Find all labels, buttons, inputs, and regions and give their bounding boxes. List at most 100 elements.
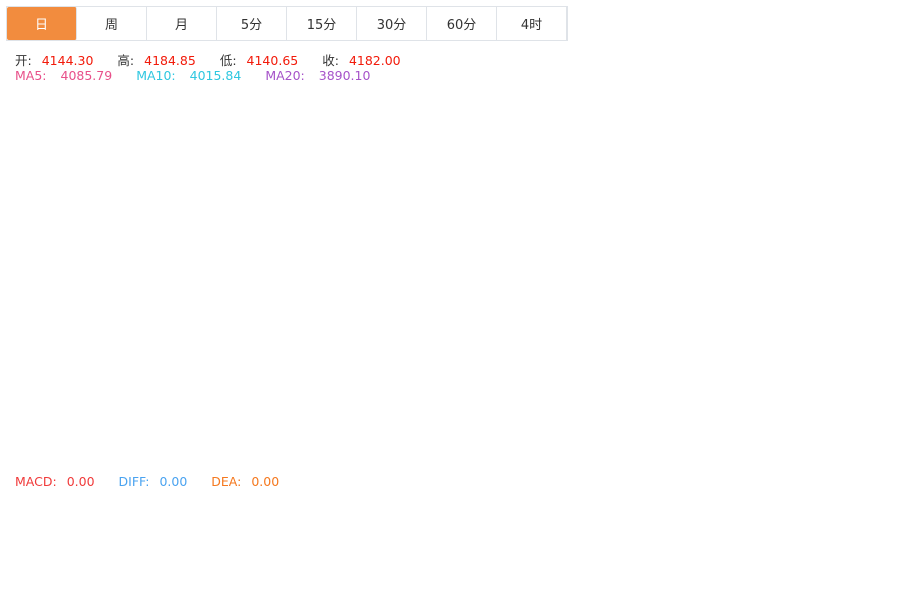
candle-body xyxy=(303,424,313,439)
ma20-label: MA20: xyxy=(265,68,305,83)
macd-bar xyxy=(267,516,277,520)
macd-bar xyxy=(387,519,397,526)
macd-bar xyxy=(351,519,361,529)
candle-body xyxy=(555,300,565,307)
candle-body xyxy=(782,90,792,106)
candle-body xyxy=(423,341,433,352)
price-tick-label: 4083.33 xyxy=(841,123,891,137)
macd-bar xyxy=(459,515,469,520)
candle-body xyxy=(255,421,265,431)
candle-body xyxy=(231,424,241,428)
diff-label: DIFF: xyxy=(118,474,150,489)
macd-bar xyxy=(4,507,14,520)
open-value: 4144.30 xyxy=(41,53,94,68)
high-value: 4184.85 xyxy=(144,53,196,68)
ma20-value: 3890.10 xyxy=(318,68,371,83)
candle-body xyxy=(399,372,409,387)
macd-bar xyxy=(100,508,110,520)
macd-bar xyxy=(112,508,122,520)
macd-bar xyxy=(722,519,732,542)
open-label: 开: xyxy=(15,53,32,68)
tab-3[interactable]: 5分 xyxy=(217,7,287,40)
candle-body xyxy=(710,170,720,182)
candle-body xyxy=(435,340,445,347)
ma10-line xyxy=(8,156,788,430)
last-price-badge xyxy=(836,82,902,99)
macd-bar xyxy=(28,500,38,520)
price-tick-label: 4158.10 xyxy=(841,93,891,107)
macd-bar xyxy=(543,519,553,537)
tab-4[interactable]: 15分 xyxy=(287,7,357,40)
macd-bar xyxy=(327,519,337,528)
macd-bar xyxy=(88,507,98,520)
macd-bar xyxy=(303,519,313,524)
price-tick-label: 3784.23 xyxy=(841,243,891,257)
macd-bar xyxy=(507,519,517,525)
macd-bar xyxy=(172,495,182,520)
macd-bar xyxy=(255,513,265,520)
candle-body xyxy=(40,404,50,425)
macd-readout: MACD: 0.00 DIFF: 0.00 DEA: 0.00 xyxy=(15,474,299,489)
macd-bar xyxy=(207,499,217,520)
candle-body xyxy=(64,390,74,411)
ma-readout: MA5: 4085.79 MA10: 4015.84 MA20: 3890.10 xyxy=(15,68,390,83)
candle-body xyxy=(52,390,62,407)
candle-body xyxy=(88,416,98,430)
ma10-label: MA10: xyxy=(136,68,176,83)
tab-6[interactable]: 60分 xyxy=(427,7,497,40)
macd-value: 0.00 xyxy=(66,474,95,489)
macd-bar xyxy=(40,496,50,520)
ma5-value: 4085.79 xyxy=(60,68,113,83)
macd-bar xyxy=(399,519,409,523)
candle-body xyxy=(579,265,589,291)
macd-bar xyxy=(770,519,780,523)
macd-bar xyxy=(782,519,792,521)
macd-bar xyxy=(686,519,696,549)
macd-bar xyxy=(579,519,589,539)
macd-bar xyxy=(447,515,457,520)
macd-bar xyxy=(148,498,158,520)
macd-bar xyxy=(375,519,385,528)
candle-body xyxy=(603,256,612,270)
dea-label: DEA: xyxy=(211,474,242,489)
candle-body xyxy=(734,147,744,175)
tab-7[interactable]: 4时 xyxy=(497,7,567,40)
tab-1[interactable]: 周 xyxy=(77,7,147,40)
ma10-value: 4015.84 xyxy=(189,68,242,83)
macd-bar xyxy=(591,519,601,543)
diff-value: 0.00 xyxy=(159,474,188,489)
candle-body xyxy=(339,415,349,420)
macd-bar xyxy=(231,506,241,520)
candle-body xyxy=(136,448,146,455)
candle-body xyxy=(638,229,648,262)
macd-bar xyxy=(363,519,373,529)
macd-bar xyxy=(423,518,433,520)
high-label: 高: xyxy=(117,53,135,68)
macd-bar xyxy=(184,496,194,520)
candle-body xyxy=(184,411,194,417)
macd-bar xyxy=(136,504,146,520)
kline-chart[interactable]: 4232.88 4158.10 4083.33 4008.56 3933.78 3859.… xyxy=(0,0,909,601)
candle-body xyxy=(4,424,14,436)
candle-body xyxy=(674,215,684,223)
dea-line xyxy=(8,519,788,587)
candle-body xyxy=(267,428,277,431)
candle-body xyxy=(519,292,529,307)
tab-2[interactable]: 月 xyxy=(147,7,217,40)
tab-0[interactable]: 日 xyxy=(7,7,77,40)
candle-body xyxy=(172,411,182,415)
macd-bar xyxy=(674,519,684,553)
tab-5[interactable]: 30分 xyxy=(357,7,427,40)
macd-tick-label: -17.94 xyxy=(841,523,880,537)
macd-bar xyxy=(243,509,253,520)
macd-bar xyxy=(411,519,421,521)
candle-body xyxy=(626,258,636,265)
candle-body xyxy=(722,147,732,171)
candle-body xyxy=(507,306,517,311)
macd-tick-label: -126.83 xyxy=(841,582,887,596)
candle-body xyxy=(614,264,624,269)
macd-bar xyxy=(555,519,565,540)
candle-body xyxy=(291,430,301,439)
candle-body xyxy=(196,406,206,417)
macd-bar xyxy=(16,504,26,520)
